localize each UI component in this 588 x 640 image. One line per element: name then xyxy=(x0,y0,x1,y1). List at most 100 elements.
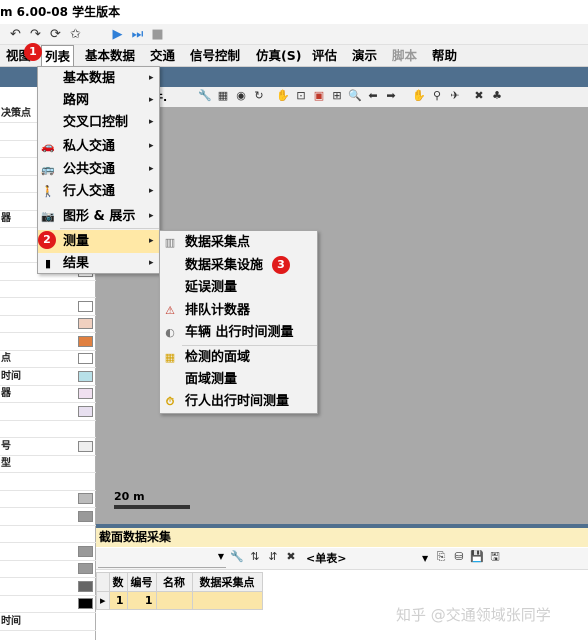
zoom-fit-icon[interactable]: ⊡ xyxy=(294,89,308,103)
zoom-icon[interactable]: 🔍 xyxy=(348,89,362,103)
menu-item-network[interactable]: 路网 ▸ xyxy=(38,89,159,112)
left-panel-row[interactable] xyxy=(0,298,96,316)
menu-base-data[interactable]: 基本数据 xyxy=(82,45,138,67)
color-swatch[interactable] xyxy=(78,335,93,347)
zoom-extent-icon[interactable]: ▣ xyxy=(312,89,326,103)
menu-item-public-transport[interactable]: 🚌 公共交通 ▸ xyxy=(38,158,159,181)
menu-traffic[interactable]: 交通 xyxy=(147,45,178,67)
menu-signal-control[interactable]: 信号控制 xyxy=(187,45,243,67)
column-header-id[interactable]: 编号 xyxy=(126,572,157,592)
color-swatch[interactable] xyxy=(78,370,93,382)
column-header-point[interactable]: 数据采集点 xyxy=(191,572,263,592)
submenu-item-pedestrian-travel-time[interactable]: ⏱ 行人出行时间测量 xyxy=(160,390,317,413)
left-panel-row[interactable] xyxy=(0,315,96,333)
list-selector-combo[interactable]: ▼ xyxy=(98,550,226,568)
left-panel-row[interactable]: 号 xyxy=(0,438,96,456)
left-panel-row[interactable] xyxy=(0,280,96,298)
menu-list[interactable]: 列表 xyxy=(41,45,75,68)
menu-item-base-data[interactable]: 基本数据 ▸ xyxy=(38,67,159,90)
cell-point[interactable] xyxy=(191,591,263,610)
zoom-window-icon[interactable]: ⊞ xyxy=(330,89,344,103)
globe-icon[interactable]: ◉ xyxy=(234,89,248,103)
left-panel-row[interactable] xyxy=(0,560,96,578)
pan-icon[interactable]: ✋ xyxy=(412,89,426,103)
color-swatch[interactable] xyxy=(78,510,93,522)
chevron-down-icon[interactable]: ▼ xyxy=(422,554,428,563)
cell-id[interactable]: 1 xyxy=(126,591,157,610)
menu-simulation[interactable]: 仿真(S) xyxy=(253,45,304,67)
submenu-item-detected-areas[interactable]: ▦ 检测的面域 xyxy=(160,346,317,369)
left-panel-row[interactable]: 器 xyxy=(0,385,96,403)
agents-icon[interactable]: ♣ xyxy=(490,89,504,103)
sort-az-icon[interactable]: ⇅ xyxy=(248,550,262,564)
undo-icon[interactable]: ↶ xyxy=(8,27,23,42)
submenu-item-data-collection-points[interactable]: ▥ 数据采集点 xyxy=(160,231,317,254)
redo-icon[interactable]: ↷ xyxy=(28,27,43,42)
refresh-icon[interactable]: ⟳ xyxy=(48,27,63,42)
grid-icon[interactable]: ▦ xyxy=(216,89,230,103)
left-panel-row[interactable]: 时间 xyxy=(0,613,96,631)
cell-name[interactable] xyxy=(155,591,193,610)
left-panel-row[interactable] xyxy=(0,508,96,526)
menu-item-measurement[interactable]: 测量 ▸ xyxy=(38,230,159,253)
hand-icon[interactable]: ✋ xyxy=(276,89,290,103)
database-icon[interactable]: ⛁ xyxy=(452,550,466,564)
save-as-icon[interactable]: 🖫 xyxy=(488,550,502,564)
submenu-item-area-measurements[interactable]: 面域测量 xyxy=(160,368,317,391)
copy-icon[interactable]: ⎘ xyxy=(434,550,448,564)
submenu-item-vehicle-travel-time[interactable]: ◐ 车辆 出行时间测量 xyxy=(160,321,317,344)
pedestrian-tool-icon[interactable]: ⚲ xyxy=(430,89,444,103)
rotate-icon[interactable]: ↻ xyxy=(252,89,266,103)
menu-item-intersection-control[interactable]: 交叉口控制 ▸ xyxy=(38,111,159,134)
color-swatch[interactable] xyxy=(78,563,93,574)
column-header-count[interactable]: 数 xyxy=(108,572,128,592)
left-panel-row[interactable] xyxy=(0,490,96,508)
color-swatch[interactable] xyxy=(78,545,93,557)
column-header-name[interactable]: 名称 xyxy=(155,572,193,592)
wrench-icon[interactable]: 🔧 xyxy=(230,550,244,564)
color-swatch[interactable] xyxy=(78,440,93,452)
menu-item-private-traffic[interactable]: 🚗 私人交通 ▸ xyxy=(38,135,159,158)
menu-help[interactable]: 帮助 xyxy=(429,45,460,67)
color-swatch[interactable] xyxy=(78,388,93,399)
menu-presentation[interactable]: 演示 xyxy=(349,45,380,67)
delete-icon[interactable]: ✖ xyxy=(472,89,486,103)
delete-rows-icon[interactable]: ✖ xyxy=(284,550,298,564)
left-panel-row[interactable]: 型 xyxy=(0,455,96,473)
left-panel-row[interactable]: 时间 xyxy=(0,368,96,386)
left-panel-row[interactable]: 点 xyxy=(0,350,96,368)
left-panel-row[interactable] xyxy=(0,473,96,491)
color-swatch[interactable] xyxy=(78,580,93,592)
menu-item-results[interactable]: ▮ 结果 ▸ xyxy=(38,252,159,275)
menu-scripts[interactable]: 脚本 xyxy=(389,45,420,67)
color-swatch[interactable] xyxy=(78,353,93,364)
submenu-item-data-collection-measurements[interactable]: 数据采集设施 xyxy=(160,254,317,277)
left-panel-row[interactable] xyxy=(0,578,96,596)
submenu-item-queue-counters[interactable]: ⚠ 排队计数器 xyxy=(160,299,317,322)
left-panel-row[interactable] xyxy=(0,333,96,351)
submenu-item-delay-measurements[interactable]: 延误测量 xyxy=(160,276,317,299)
forward-icon[interactable]: ➡ xyxy=(384,89,398,103)
color-swatch[interactable] xyxy=(78,493,93,504)
menu-evaluation[interactable]: 评估 xyxy=(309,45,340,67)
color-swatch[interactable] xyxy=(78,300,93,312)
wrench-icon[interactable]: 🔧 xyxy=(198,89,212,103)
sort-za-icon[interactable]: ⇵ xyxy=(266,550,280,564)
left-panel-row[interactable] xyxy=(0,595,96,613)
menu-item-graphics[interactable]: 📷 图形 & 展示 ▸ xyxy=(38,205,159,228)
star-icon[interactable]: ✩ xyxy=(68,27,83,42)
menu-item-pedestrian[interactable]: 🚶 行人交通 ▸ xyxy=(38,180,159,203)
color-swatch[interactable] xyxy=(78,598,93,609)
left-panel-row[interactable] xyxy=(0,525,96,543)
cell-count[interactable]: 1 xyxy=(108,591,128,610)
left-panel-row[interactable] xyxy=(0,403,96,421)
left-panel-row[interactable] xyxy=(0,543,96,561)
relation-combo[interactable]: <单表> xyxy=(302,550,426,568)
stop-icon[interactable]: ■ xyxy=(150,27,165,42)
color-swatch[interactable] xyxy=(78,318,93,329)
save-icon[interactable]: 💾 xyxy=(470,550,484,564)
color-swatch[interactable] xyxy=(78,405,93,417)
play-icon[interactable]: ▶ xyxy=(110,27,125,42)
back-icon[interactable]: ⬅ xyxy=(366,89,380,103)
step-icon[interactable]: ⏭ xyxy=(130,27,145,42)
